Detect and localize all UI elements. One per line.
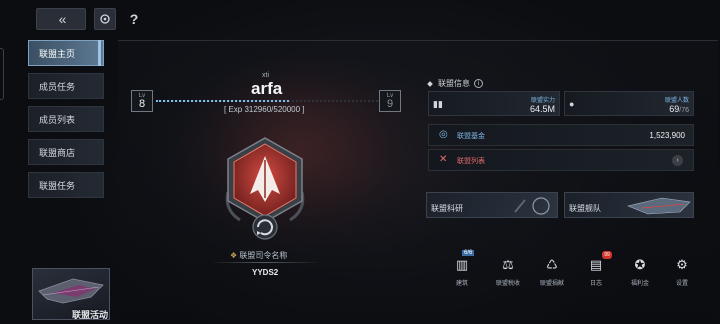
sidebar-item-shop[interactable]: 联盟商店 [28, 139, 104, 165]
tool-label: 日志 [589, 281, 602, 287]
tool-label: 联盟捐献 [539, 281, 564, 287]
back-button[interactable]: « [36, 8, 86, 30]
members-value: 69/76 [669, 104, 689, 114]
exp-text: [ Exp 312960/520000 ] [224, 105, 305, 114]
research-label: 联盟科研 [431, 204, 463, 213]
active-tab-marker [98, 40, 101, 66]
info-icon[interactable]: i [474, 79, 483, 88]
building-icon: ▥ [455, 257, 469, 272]
sidebar-item-alliance-tasks[interactable]: 联盟任务 [28, 172, 104, 198]
current-level: 8 [138, 98, 146, 110]
commander-name: YYDS2 [252, 268, 279, 277]
log-notification-badge: 99 [602, 251, 612, 259]
list-label: 联盟列表 [457, 158, 485, 165]
donate-button[interactable]: ♺ 联盟捐献 [532, 256, 572, 287]
member-count-box: ● 联盟人数 69/76 [564, 91, 694, 116]
fund-value: 1,523,900 [649, 131, 685, 140]
members-label: 联盟人数 [664, 98, 689, 104]
alliance-emblem-icon [225, 137, 305, 240]
double-chevron-left-icon: « [58, 11, 67, 27]
alliance-tag: xti [262, 72, 269, 79]
members-max: /76 [679, 107, 689, 114]
side-drawer-handle[interactable] [0, 48, 4, 100]
building-count-badge: 6/6 [462, 250, 475, 256]
fist-icon: ▮▮ [433, 99, 443, 109]
fund-label: 联盟基金 [457, 133, 485, 140]
fleet-ship-icon [627, 197, 691, 215]
sidebar-item-member-list[interactable]: 成员列表 [28, 106, 104, 132]
info-title-text: 联盟信息 [438, 79, 470, 88]
sidebar-item-label: 联盟主页 [39, 48, 76, 59]
bonus-icon: ✪ [634, 257, 646, 272]
sidebar: 联盟主页 成员任务 成员列表 联盟商店 联盟任务 [28, 40, 104, 205]
tool-label: 联盟税收 [495, 281, 520, 287]
bonus-button[interactable]: ✪ 福利金 [620, 256, 660, 287]
crossed-swords-icon: ✕ [439, 154, 448, 165]
alliance-research-card[interactable]: 联盟科研 [426, 192, 558, 218]
divider [210, 262, 320, 263]
bottom-toolbar: 6/6 ▥ 建筑 ⚖ 联盟税收 ♺ 联盟捐献 99 ▤ 日志 ✪ 福利金 ⚙ 设… [446, 250, 702, 292]
refresh-icon [100, 14, 110, 24]
sidebar-item-label: 成员任务 [39, 81, 76, 92]
settings-button[interactable]: ⚙ 设置 [662, 256, 702, 287]
info-title: 联盟信息 i [427, 78, 483, 89]
wings-icon: ❖ [230, 251, 238, 260]
person-icon: ● [569, 99, 575, 109]
alliance-fund-row: ◎ 联盟基金 1,523,900 [428, 124, 694, 146]
fund-icon: ◎ [439, 129, 448, 140]
chevron-right-icon[interactable]: › [672, 155, 683, 166]
commander-label: ❖ 联盟司令名称 [230, 250, 287, 261]
sidebar-item-label: 成员列表 [39, 114, 76, 125]
tax-button[interactable]: ⚖ 联盟税收 [488, 256, 528, 287]
sidebar-item-label: 联盟商店 [39, 147, 76, 158]
diamond-icon [427, 80, 433, 87]
refresh-button[interactable] [94, 8, 116, 30]
log-button[interactable]: 99 ▤ 日志 [576, 251, 616, 287]
sidebar-item-home[interactable]: 联盟主页 [28, 40, 104, 66]
question-icon: ? [129, 11, 139, 27]
sidebar-item-label: 联盟任务 [39, 180, 76, 191]
tool-label: 建筑 [455, 281, 468, 287]
sidebar-item-member-tasks[interactable]: 成员任务 [28, 73, 104, 99]
tool-label: 福利金 [630, 281, 649, 287]
building-button[interactable]: 6/6 ▥ 建筑 [442, 250, 482, 287]
power-label: 联盟实力 [530, 98, 555, 104]
exp-bar-fill [156, 100, 289, 102]
alliance-power-box: ▮▮ 联盟实力 64.5M [428, 91, 560, 116]
power-value: 64.5M [529, 104, 555, 114]
current-level-box: Lv 8 [131, 90, 153, 112]
alliance-activity-label: 联盟活动 [72, 310, 109, 320]
scale-icon: ⚖ [502, 257, 514, 272]
research-icon [514, 197, 550, 215]
donate-icon: ♺ [546, 257, 558, 272]
next-level: 9 [386, 98, 394, 110]
tool-label: 设置 [675, 281, 688, 287]
members-current: 69 [669, 104, 680, 114]
next-level-box: Lv 9 [379, 90, 401, 112]
alliance-name: arfa [251, 79, 283, 98]
gear-icon: ⚙ [676, 257, 688, 272]
commander-label-text: 联盟司令名称 [239, 251, 288, 260]
help-button[interactable]: ? [124, 8, 144, 30]
fleet-label: 联盟舰队 [569, 204, 601, 213]
alliance-list-row[interactable]: ✕ 联盟列表 › [428, 149, 694, 171]
alliance-fleet-card[interactable]: 联盟舰队 [564, 192, 694, 218]
